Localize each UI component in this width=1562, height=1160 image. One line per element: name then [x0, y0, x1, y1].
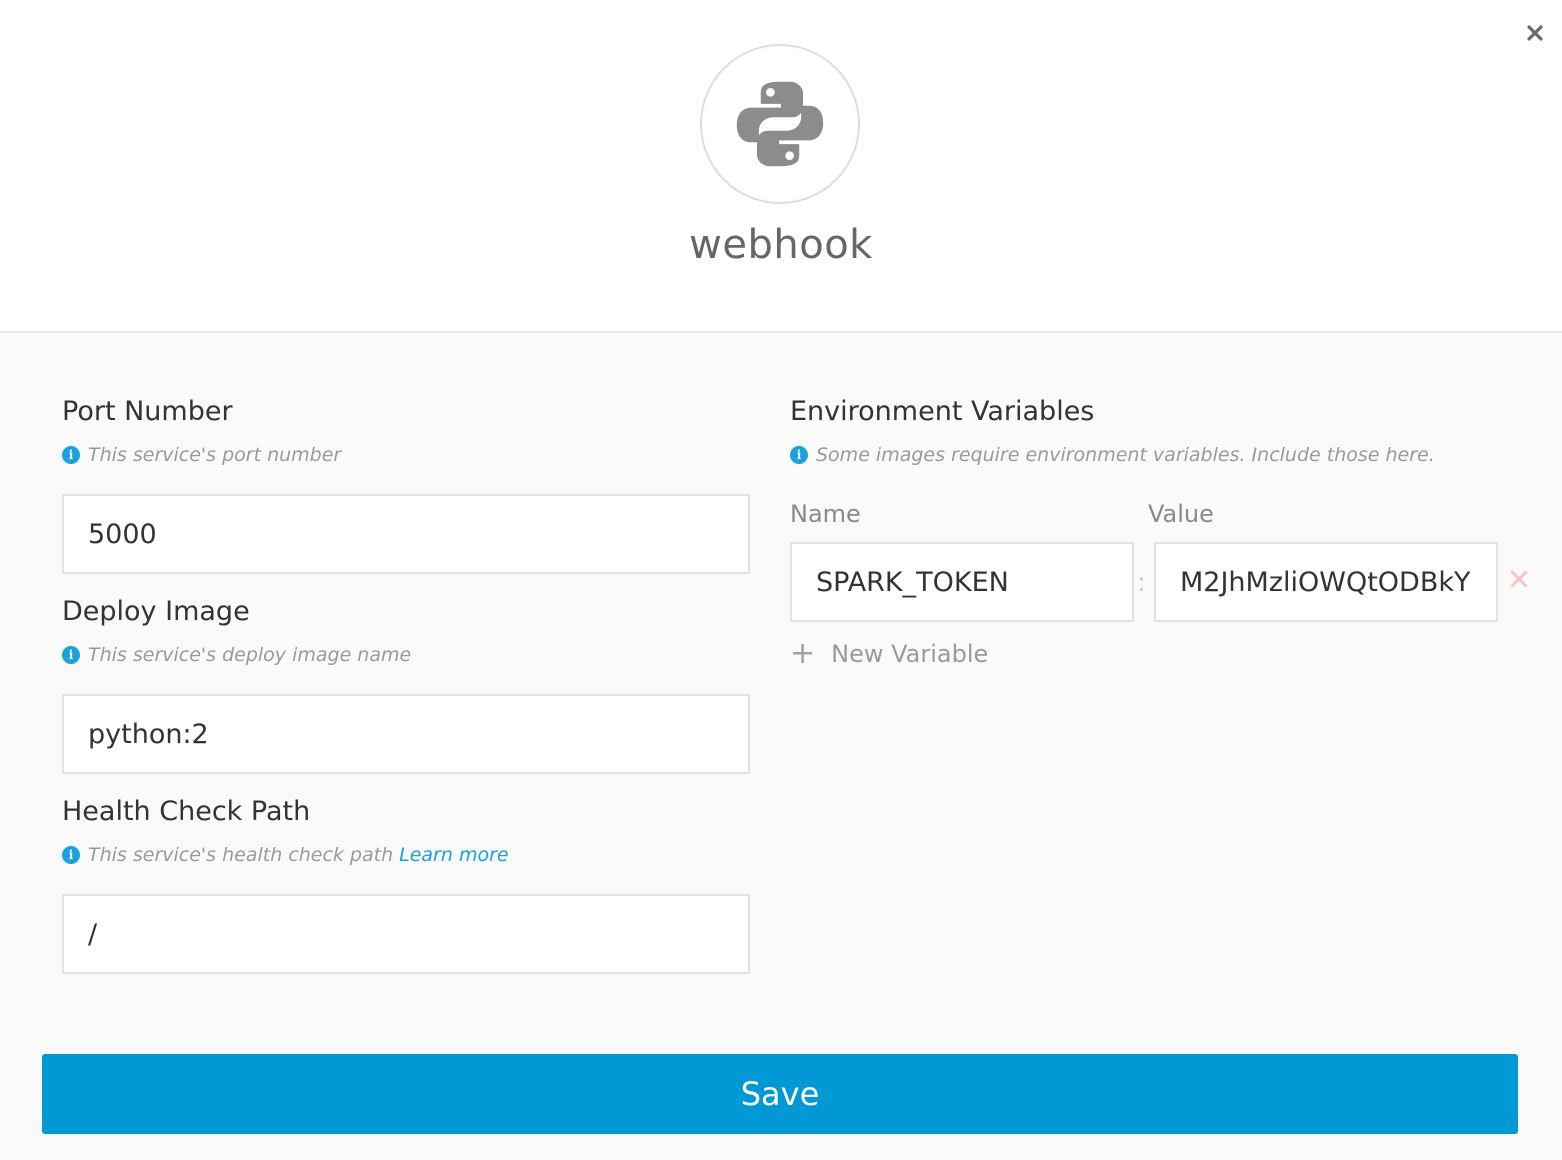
health-check-label: Health Check Path [62, 796, 311, 827]
env-var-name-input[interactable] [790, 542, 1134, 622]
service-logo [700, 44, 860, 204]
env-var-separator: : [1137, 568, 1146, 598]
python-logo-icon [736, 81, 824, 167]
port-number-hint: i This service's port number [62, 444, 341, 466]
info-icon: i [62, 446, 80, 464]
info-icon: i [62, 846, 80, 864]
health-check-hint-text: This service's health check path [88, 844, 394, 866]
env-name-header: Name [790, 500, 861, 528]
deploy-image-hint: i This service's deploy image name [62, 644, 411, 666]
service-modal: webhook Port Number i This service's por… [0, 0, 1562, 1160]
port-number-label: Port Number [62, 396, 233, 427]
env-var-value-input[interactable] [1154, 542, 1498, 622]
port-number-hint-text: This service's port number [88, 444, 342, 466]
info-icon: i [790, 446, 808, 464]
health-check-hint: i This service's health check path Learn… [62, 844, 509, 866]
info-icon: i [62, 646, 80, 664]
remove-variable-button[interactable] [1506, 566, 1532, 592]
remove-icon [1510, 570, 1528, 588]
deploy-image-input[interactable] [62, 694, 750, 774]
deploy-image-label: Deploy Image [62, 596, 250, 627]
new-variable-button[interactable]: + New Variable [790, 636, 988, 671]
close-button[interactable] [1522, 20, 1548, 46]
close-icon [1527, 25, 1543, 41]
env-value-header: Value [1148, 500, 1214, 528]
env-vars-hint: i Some images require environment variab… [790, 444, 1435, 466]
new-variable-label: New Variable [831, 639, 989, 668]
service-name: webhook [689, 222, 873, 268]
modal-header: webhook [0, 0, 1562, 333]
env-vars-label: Environment Variables [790, 396, 1095, 427]
plus-icon: + [790, 636, 816, 671]
learn-more-link[interactable]: Learn more [399, 844, 508, 866]
deploy-image-hint-text: This service's deploy image name [88, 644, 412, 666]
env-vars-hint-text: Some images require environment variable… [816, 444, 1435, 466]
health-check-input[interactable] [62, 894, 750, 974]
port-number-input[interactable] [62, 494, 750, 574]
save-button[interactable]: Save [42, 1054, 1518, 1134]
